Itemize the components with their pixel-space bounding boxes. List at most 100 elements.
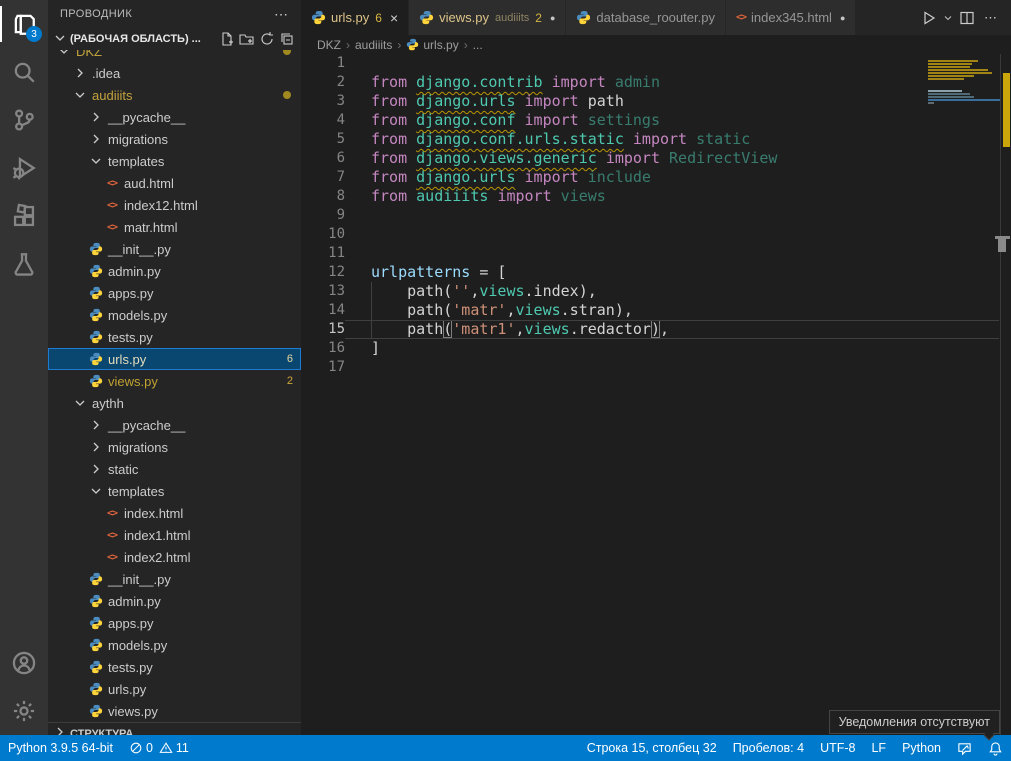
new-folder-icon[interactable] <box>237 29 257 49</box>
tree-item-tests.py[interactable]: tests.py <box>48 326 301 348</box>
tree-item-index2.html[interactable]: <>index2.html <box>48 546 301 568</box>
code-line-9[interactable]: 9 <box>301 206 1011 225</box>
language-mode-status[interactable]: Python <box>894 735 949 761</box>
refresh-icon[interactable] <box>257 29 277 49</box>
run-icon[interactable] <box>917 6 941 30</box>
tab-urls.py[interactable]: urls.py6× <box>301 0 409 35</box>
line-number[interactable]: 4 <box>301 111 345 130</box>
code-line-3[interactable]: 3from django.urls import path <box>301 92 1011 111</box>
code-line-17[interactable]: 17 <box>301 358 1011 377</box>
tree-item-static[interactable]: static <box>48 458 301 480</box>
tree-item-matr.html[interactable]: <>matr.html <box>48 216 301 238</box>
tree-item-admin.py[interactable]: admin.py <box>48 590 301 612</box>
code-line-10[interactable]: 10 <box>301 225 1011 244</box>
cursor-position-status[interactable]: Строка 15, столбец 32 <box>579 735 725 761</box>
python-interpreter-status[interactable]: Python 3.9.5 64-bit <box>0 735 121 761</box>
notifications-bell-icon[interactable] <box>980 735 1011 761</box>
tree-item-templates[interactable]: templates <box>48 150 301 172</box>
tree-item-migrations[interactable]: migrations <box>48 128 301 150</box>
feedback-icon[interactable] <box>949 735 980 761</box>
explorer-icon[interactable]: 3 <box>0 0 48 48</box>
tree-item-aythh[interactable]: aythh <box>48 392 301 414</box>
line-number[interactable]: 3 <box>301 92 345 111</box>
code-line-12[interactable]: 12urlpatterns = [ <box>301 263 1011 282</box>
encoding-status[interactable]: UTF-8 <box>812 735 863 761</box>
breadcrumb-item-DKZ[interactable]: DKZ <box>317 38 341 52</box>
tree-item-.idea[interactable]: .idea <box>48 62 301 84</box>
extensions-icon[interactable] <box>0 192 48 240</box>
dirty-dot-icon[interactable]: ● <box>840 13 845 23</box>
line-number[interactable]: 2 <box>301 73 345 92</box>
tree-item-templates[interactable]: templates <box>48 480 301 502</box>
tree-item-apps.py[interactable]: apps.py <box>48 282 301 304</box>
line-number[interactable]: 16 <box>301 339 345 358</box>
tab-database_roouter.py[interactable]: database_roouter.py <box>566 0 726 35</box>
code-line-8[interactable]: 8from audiiits import views <box>301 187 1011 206</box>
indentation-status[interactable]: Пробелов: 4 <box>725 735 812 761</box>
tree-item-__pycache__[interactable]: __pycache__ <box>48 106 301 128</box>
eol-status[interactable]: LF <box>863 735 894 761</box>
run-and-debug-icon[interactable] <box>0 144 48 192</box>
more-actions-icon[interactable]: ⋯ <box>979 6 1003 30</box>
code-line-4[interactable]: 4from django.conf import settings <box>301 111 1011 130</box>
overview-ruler[interactable] <box>1000 54 1011 735</box>
tree-item-urls.py[interactable]: urls.py <box>48 678 301 700</box>
code-line-11[interactable]: 11 <box>301 244 1011 263</box>
tree-item-models.py[interactable]: models.py <box>48 304 301 326</box>
line-number[interactable]: 8 <box>301 187 345 206</box>
split-editor-icon[interactable] <box>955 6 979 30</box>
line-number[interactable]: 7 <box>301 168 345 187</box>
tree-item-models.py[interactable]: models.py <box>48 634 301 656</box>
line-number[interactable]: 5 <box>301 130 345 149</box>
settings-icon[interactable] <box>0 687 48 735</box>
code-area[interactable]: 12from django.contrib import admin3from … <box>301 54 1011 735</box>
tree-item-DKZ[interactable]: DKZ <box>48 50 301 62</box>
tab-index345.html[interactable]: <>index345.html● <box>726 0 856 35</box>
tree-item-index1.html[interactable]: <>index1.html <box>48 524 301 546</box>
code-line-2[interactable]: 2from django.contrib import admin <box>301 73 1011 92</box>
line-number[interactable]: 14 <box>301 301 345 320</box>
tree-item-migrations[interactable]: migrations <box>48 436 301 458</box>
code-line-1[interactable]: 1 <box>301 54 1011 73</box>
tree-item-index.html[interactable]: <>index.html <box>48 502 301 524</box>
account-icon[interactable] <box>0 639 48 687</box>
line-number[interactable]: 1 <box>301 54 345 73</box>
line-number[interactable]: 15 <box>301 320 345 339</box>
run-dropdown-chevron-icon[interactable] <box>941 6 955 30</box>
tree-item-urls.py[interactable]: urls.py6 <box>48 348 301 370</box>
tree-item-views.py[interactable]: views.py2 <box>48 370 301 392</box>
collapse-folders-icon[interactable] <box>277 29 297 49</box>
code-line-14[interactable]: 14 path('matr',views.stran), <box>301 301 1011 320</box>
scrollbar-thumb[interactable] <box>995 236 1010 252</box>
breadcrumb-item-audiiits[interactable]: audiiits <box>355 38 392 52</box>
problems-status[interactable]: 0 11 <box>121 735 203 761</box>
tree-item-apps.py[interactable]: apps.py <box>48 612 301 634</box>
line-number[interactable]: 13 <box>301 282 345 301</box>
code-line-6[interactable]: 6from django.views.generic import Redire… <box>301 149 1011 168</box>
source-control-icon[interactable] <box>0 96 48 144</box>
tree-item-audiiits[interactable]: audiiits <box>48 84 301 106</box>
new-file-icon[interactable] <box>217 29 237 49</box>
line-number[interactable]: 10 <box>301 225 345 244</box>
tree-item-aud.html[interactable]: <>aud.html <box>48 172 301 194</box>
code-line-15[interactable]: 15 path('matr1',views.redactor), <box>301 320 1011 339</box>
tree-item-admin.py[interactable]: admin.py <box>48 260 301 282</box>
line-number[interactable]: 12 <box>301 263 345 282</box>
code-line-5[interactable]: 5from django.conf.urls.static import sta… <box>301 130 1011 149</box>
dirty-dot-icon[interactable]: ● <box>550 13 555 23</box>
code-line-16[interactable]: 16] <box>301 339 1011 358</box>
line-number[interactable]: 9 <box>301 206 345 225</box>
search-icon[interactable] <box>0 48 48 96</box>
close-icon[interactable]: × <box>390 11 398 25</box>
tab-views.py[interactable]: views.pyaudiiits2● <box>409 0 566 35</box>
testing-icon[interactable] <box>0 240 48 288</box>
structure-section[interactable]: СТРУКТУРА <box>48 722 301 735</box>
code-line-13[interactable]: 13 path('',views.index), <box>301 282 1011 301</box>
explorer-more-icon[interactable]: ⋯ <box>274 6 289 23</box>
line-number[interactable]: 6 <box>301 149 345 168</box>
tree-item-views.py[interactable]: views.py <box>48 700 301 722</box>
code-line-7[interactable]: 7from django.urls import include <box>301 168 1011 187</box>
tree-item-__pycache__[interactable]: __pycache__ <box>48 414 301 436</box>
tree-item-tests.py[interactable]: tests.py <box>48 656 301 678</box>
tree-item-__init__.py[interactable]: __init__.py <box>48 238 301 260</box>
